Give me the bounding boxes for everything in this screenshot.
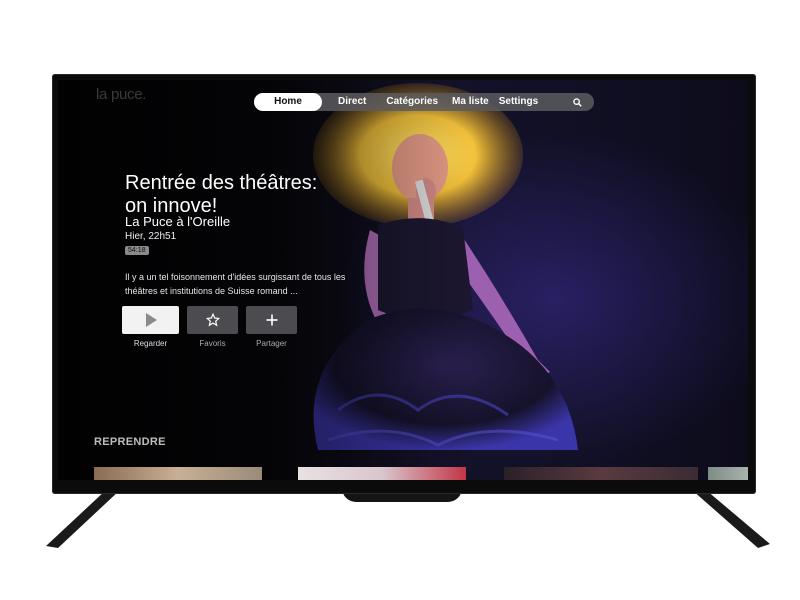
tv-right-leg <box>692 490 770 548</box>
nav-item-settings[interactable]: Settings <box>493 93 544 111</box>
nav-search-button[interactable] <box>561 97 594 107</box>
resume-thumbnail-3[interactable] <box>504 467 698 480</box>
logo-dot: . <box>142 86 147 103</box>
logo-text: la puce <box>96 86 143 103</box>
hero-description: Il y a un tel foisonnement d'idées surgi… <box>125 270 390 298</box>
nav-item-direct[interactable]: Direct <box>328 93 376 111</box>
star-icon <box>205 313 220 327</box>
favorites-label: Favoris <box>199 339 226 348</box>
resume-thumbnail-2[interactable] <box>298 467 466 480</box>
tv-screen: la puce. Home Direct Catégories Ma liste… <box>58 80 748 480</box>
play-label: Regarder <box>133 339 168 348</box>
hero-title-line1: Rentrée des théâtres: <box>125 172 318 194</box>
nav-item-categories[interactable]: Catégories <box>376 93 448 111</box>
share-label: Partager <box>256 339 287 348</box>
plus-icon <box>266 314 277 326</box>
share-button[interactable] <box>246 306 297 334</box>
nav-item-ma-liste[interactable]: Ma liste <box>448 93 493 111</box>
tv-left-leg <box>46 490 120 548</box>
nav-item-home[interactable]: Home <box>254 93 322 111</box>
top-navigation: Home Direct Catégories Ma liste Settings <box>254 93 594 111</box>
favorites-button[interactable] <box>187 306 238 334</box>
resume-section-title: REPRENDRE <box>94 436 166 448</box>
resume-thumbnail-4[interactable] <box>708 467 748 480</box>
app-logo: la puce. <box>96 86 146 103</box>
hero-description-line2: théâtres et institutions de Suisse roman… <box>125 286 298 296</box>
hero-description-line1: Il y a un tel foisonnement d'idées surgi… <box>125 272 346 282</box>
hero-date: Hier, 22h51 <box>125 231 177 242</box>
play-button[interactable] <box>122 306 179 334</box>
resume-thumbnail-1[interactable] <box>94 467 262 480</box>
search-icon <box>573 97 582 107</box>
play-icon <box>145 313 157 327</box>
hero-title: Rentrée des théâtres: on innove! <box>125 172 355 218</box>
hero-subtitle: La Puce à l'Oreille <box>125 214 231 229</box>
duration-badge: 54:18 <box>125 246 149 255</box>
